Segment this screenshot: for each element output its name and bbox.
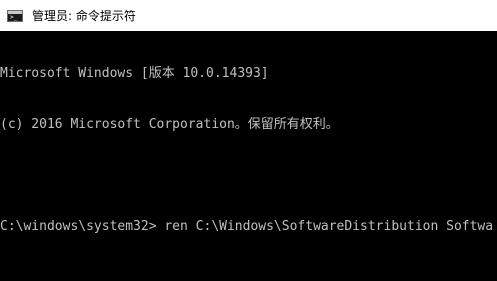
cmd-icon: >_ xyxy=(7,9,23,22)
console-line-copyright: (c) 2016 Microsoft Corporation。保留所有权利。 xyxy=(0,117,339,132)
console-line-version: Microsoft Windows [版本 10.0.14393] xyxy=(0,66,269,81)
cmd-window: >_ 管理员: 命令提示符 Microsoft Windows [版本 10.0… xyxy=(0,0,497,281)
title-bar[interactable]: >_ 管理员: 命令提示符 xyxy=(0,0,497,31)
console-command-line[interactable]: C:\windows\system32> ren C:\Windows\Soft… xyxy=(0,218,497,235)
console-output[interactable]: Microsoft Windows [版本 10.0.14393] (c) 20… xyxy=(0,31,497,281)
window-title: 管理员: 命令提示符 xyxy=(32,9,136,23)
